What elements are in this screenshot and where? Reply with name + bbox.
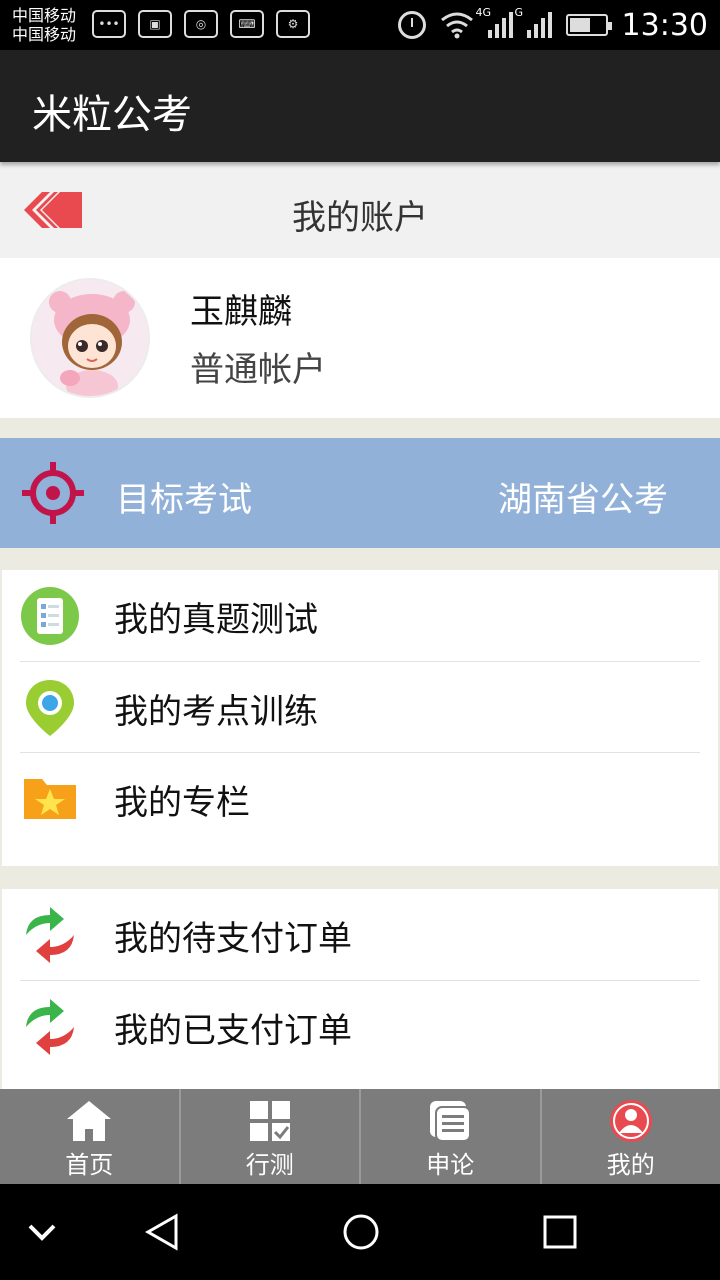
exchange-arrows-icon	[26, 999, 74, 1055]
location-pin-icon	[26, 680, 74, 736]
carrier-2: 中国移动	[12, 25, 77, 44]
chevron-down-icon[interactable]	[22, 1212, 62, 1252]
menu-item-label: 我的真题测试	[114, 600, 318, 640]
account-type: 普通帐户	[190, 350, 326, 390]
avatar-girl-image	[32, 280, 148, 396]
profile-card[interactable]: 玉麒麟 普通帐户	[0, 258, 720, 418]
nav-label: 行测	[245, 1151, 294, 1179]
menu-item-label: 我的已支付订单	[114, 1011, 352, 1051]
avatar[interactable]	[30, 278, 150, 398]
bottom-nav: 首页 行测 申论 我的	[0, 1089, 720, 1184]
keyboard-icon: ⌨	[230, 10, 264, 38]
network-type-1: 4G	[475, 6, 492, 19]
home-icon	[67, 1101, 112, 1141]
menu-group-orders: 我的待支付订单 我的已支付订单	[2, 889, 718, 1089]
menu-item-topic-training[interactable]: 我的考点训练	[20, 661, 700, 752]
target-exam-row[interactable]: 目标考试 湖南省公考	[0, 438, 720, 548]
menu-group-study: 我的真题测试 我的考点训练 我的专栏	[2, 570, 718, 866]
status-icons: 4G G 13:30	[397, 6, 708, 44]
app-title: 米粒公考	[32, 92, 192, 138]
recent-apps-icon[interactable]	[540, 1212, 580, 1252]
nav-tab-mine[interactable]: 我的	[542, 1089, 720, 1184]
alarm-icon	[397, 11, 426, 39]
checklist-icon	[21, 587, 79, 645]
network-type-2: G	[514, 6, 524, 19]
system-nav-bar	[0, 1184, 720, 1280]
clock-time: 13:30	[621, 7, 708, 43]
carrier-1: 中国移动	[12, 6, 77, 25]
crosshair-icon	[22, 462, 84, 524]
nav-label: 申论	[426, 1151, 475, 1179]
app-bar: 米粒公考	[0, 50, 720, 162]
battery-icon	[565, 14, 612, 36]
menu-item-paid-orders[interactable]: 我的已支付订单	[20, 980, 700, 1071]
nav-label: 我的	[606, 1151, 655, 1179]
carrier-labels: 中国移动 中国移动	[12, 6, 76, 44]
nav-label: 首页	[65, 1151, 114, 1179]
user-icon	[609, 1100, 652, 1142]
menu-item-label: 我的待支付订单	[114, 919, 352, 959]
grid-check-icon	[249, 1101, 290, 1141]
page-title: 我的账户	[292, 198, 428, 238]
status-bar: 中国移动 中国移动 ••• ▣ ◎ ⌨ ⚙ 4G G 13:30	[0, 0, 720, 50]
menu-item-label: 我的专栏	[114, 783, 250, 823]
home-circle-icon[interactable]	[341, 1212, 381, 1252]
username: 玉麒麟	[190, 292, 292, 332]
back-triangle-icon[interactable]	[142, 1212, 182, 1252]
wifi-icon	[440, 12, 473, 39]
menu-item-my-column[interactable]: 我的专栏	[20, 752, 700, 843]
signal-icon-2: G	[515, 6, 552, 38]
message-icon: •••	[92, 10, 126, 38]
nav-tab-shenlun[interactable]: 申论	[361, 1089, 542, 1184]
exchange-arrows-icon	[26, 907, 74, 963]
target-exam-value: 湖南省公考	[498, 480, 668, 520]
page-header: 我的账户	[0, 162, 720, 258]
settings-app-icon: ⚙	[276, 10, 310, 38]
notification-icons: ••• ▣ ◎ ⌨ ⚙	[92, 10, 310, 38]
menu-item-label: 我的考点训练	[114, 692, 318, 732]
document-icon	[430, 1101, 472, 1142]
star-folder-icon	[24, 779, 76, 819]
image-icon: ▣	[138, 10, 172, 38]
app-icon: ◎	[184, 10, 218, 38]
menu-item-exam-tests[interactable]: 我的真题测试	[2, 570, 718, 661]
signal-icon-1: 4G	[476, 6, 513, 38]
nav-tab-xingce[interactable]: 行测	[181, 1089, 361, 1184]
nav-tab-home[interactable]: 首页	[0, 1089, 181, 1184]
menu-item-pending-orders[interactable]: 我的待支付订单	[2, 889, 718, 980]
target-exam-label: 目标考试	[116, 480, 252, 520]
